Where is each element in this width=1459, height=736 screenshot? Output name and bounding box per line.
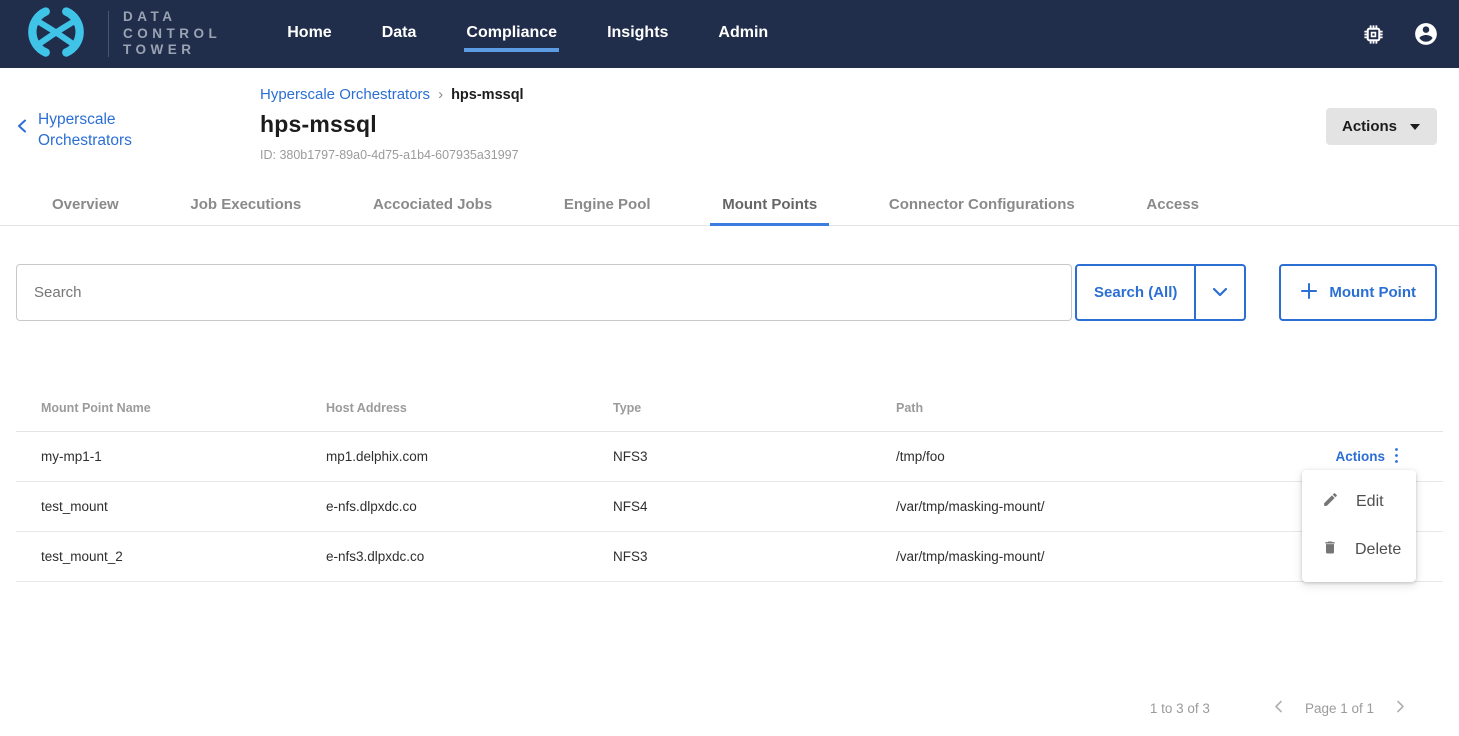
navbar-right (1362, 21, 1459, 47)
menu-item-delete[interactable]: Delete (1302, 526, 1416, 574)
tab-accociated-jobs[interactable]: Accociated Jobs (361, 184, 504, 226)
table-row[interactable]: test_mount_2 e-nfs3.dlpxdc.co NFS3 /var/… (16, 532, 1443, 582)
column-header-type: Type (613, 401, 896, 415)
kebab-icon (1394, 447, 1399, 467)
row-actions-menu: Edit Delete (1302, 470, 1416, 582)
table-header-row: Mount Point Name Host Address Type Path (16, 391, 1443, 432)
orchestrator-id: ID: 380b1797-89a0-4d75-a1b4-607935a31997 (260, 148, 524, 162)
cell-path: /var/tmp/masking-mount/ (896, 549, 1326, 564)
table-row[interactable]: test_mount e-nfs.dlpxdc.co NFS4 /var/tmp… (16, 482, 1443, 532)
column-header-path: Path (896, 401, 1326, 415)
chevron-left-icon (16, 119, 28, 138)
logo-wordmark: DATA CONTROL TOWER (123, 9, 221, 60)
cell-host-address: mp1.delphix.com (326, 449, 613, 464)
page-actions-label: Actions (1342, 118, 1397, 135)
page-header: Hyperscale Orchestrators Hyperscale Orch… (0, 68, 1459, 162)
tab-engine-pool[interactable]: Engine Pool (552, 184, 663, 226)
nav-item-admin[interactable]: Admin (716, 16, 770, 52)
caret-down-icon (1409, 118, 1421, 135)
nav-item-insights[interactable]: Insights (605, 16, 670, 52)
trash-icon (1322, 539, 1338, 561)
breadcrumb-separator-icon: › (438, 86, 443, 103)
cell-path: /tmp/foo (896, 449, 1326, 464)
cell-type: NFS4 (613, 499, 896, 514)
menu-item-edit[interactable]: Edit (1302, 478, 1416, 526)
cell-mount-point-name: my-mp1-1 (41, 449, 326, 464)
delphix-logo-icon (12, 5, 100, 64)
detail-tabs: Overview Job Executions Accociated Jobs … (0, 184, 1459, 226)
pagination-page-label: Page 1 of 1 (1305, 701, 1374, 716)
chevron-down-icon (1212, 285, 1228, 300)
tab-job-executions[interactable]: Job Executions (178, 184, 313, 226)
top-navbar: DATA CONTROL TOWER Home Data Compliance … (0, 0, 1459, 68)
api-chip-icon[interactable] (1362, 23, 1385, 46)
logo-divider (108, 11, 109, 57)
account-icon[interactable] (1413, 21, 1439, 47)
tab-access[interactable]: Access (1134, 184, 1211, 226)
nav-item-data[interactable]: Data (380, 16, 419, 52)
cell-mount-point-name: test_mount_2 (41, 549, 326, 564)
breadcrumb-current: hps-mssql (451, 87, 524, 103)
back-link[interactable]: Hyperscale Orchestrators (16, 110, 242, 162)
column-header-host: Host Address (326, 401, 613, 415)
tab-overview[interactable]: Overview (40, 184, 131, 226)
search-input[interactable] (16, 264, 1072, 321)
page-actions-button[interactable]: Actions (1326, 108, 1437, 145)
cell-host-address: e-nfs.dlpxdc.co (326, 499, 613, 514)
menu-item-edit-label: Edit (1356, 493, 1384, 511)
cell-mount-point-name: test_mount (41, 499, 326, 514)
next-page-button[interactable] (1394, 698, 1407, 718)
chevron-left-icon (1274, 700, 1283, 716)
row-actions-label: Actions (1335, 449, 1385, 464)
header-main: Hyperscale Orchestrators › hps-mssql hps… (260, 86, 524, 162)
cell-path: /var/tmp/masking-mount/ (896, 499, 1326, 514)
cell-host-address: e-nfs3.dlpxdc.co (326, 549, 613, 564)
mount-points-table: Mount Point Name Host Address Type Path … (16, 391, 1443, 582)
search-all-button[interactable]: Search (All) (1077, 266, 1194, 319)
pencil-icon (1322, 491, 1339, 513)
column-header-name: Mount Point Name (41, 401, 326, 415)
cell-type: NFS3 (613, 549, 896, 564)
back-link-label: Hyperscale Orchestrators (38, 110, 158, 152)
nav-item-compliance[interactable]: Compliance (464, 16, 559, 52)
app-logo[interactable]: DATA CONTROL TOWER (0, 5, 221, 64)
column-header-actions (1326, 401, 1443, 415)
tab-mount-points[interactable]: Mount Points (710, 184, 829, 226)
tab-connector-configurations[interactable]: Connector Configurations (877, 184, 1087, 226)
menu-item-delete-label: Delete (1355, 541, 1401, 559)
chevron-right-icon (1396, 700, 1405, 716)
pagination-range: 1 to 3 of 3 (1150, 701, 1210, 716)
plus-icon (1300, 282, 1318, 304)
breadcrumb-parent-link[interactable]: Hyperscale Orchestrators (260, 86, 430, 103)
search-split-button: Search (All) (1075, 264, 1246, 321)
table-row[interactable]: my-mp1-1 mp1.delphix.com NFS3 /tmp/foo A… (16, 432, 1443, 482)
nav-item-home[interactable]: Home (285, 16, 333, 52)
main-nav: Home Data Compliance Insights Admin (285, 16, 770, 52)
mount-points-toolbar: Search (All) Mount Point (16, 264, 1437, 321)
add-mount-point-button[interactable]: Mount Point (1279, 264, 1437, 321)
search-scope-dropdown-button[interactable] (1196, 266, 1244, 319)
pagination-bar: 1 to 3 of 3 Page 1 of 1 (0, 698, 1459, 718)
page-title: hps-mssql (260, 111, 524, 138)
breadcrumb: Hyperscale Orchestrators › hps-mssql (260, 86, 524, 103)
row-actions-button[interactable]: Actions (1335, 447, 1399, 467)
cell-type: NFS3 (613, 449, 896, 464)
previous-page-button[interactable] (1272, 698, 1285, 718)
add-mount-point-label: Mount Point (1329, 284, 1416, 301)
